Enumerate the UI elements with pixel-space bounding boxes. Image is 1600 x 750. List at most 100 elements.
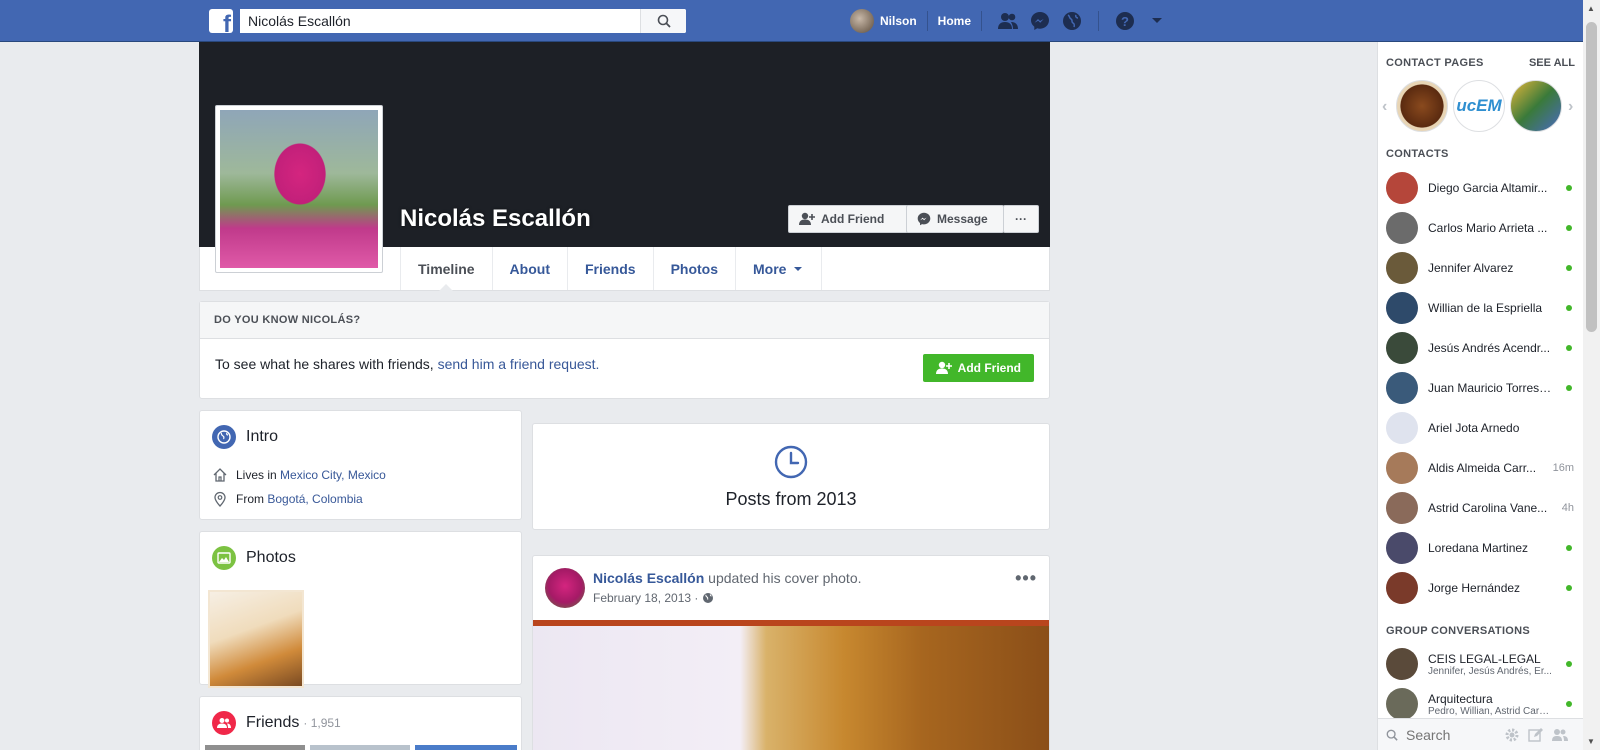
contact-item[interactable]: Ariel Jota Arnedo [1386, 410, 1576, 446]
search-button[interactable] [640, 9, 686, 33]
post-date-link[interactable]: February 18, 2013 · [593, 591, 698, 605]
scroll-up-arrow-icon[interactable]: ▲ [1587, 4, 1595, 13]
lives-in-place-link[interactable]: Mexico City, Mexico [280, 468, 386, 482]
profile-picture-image [220, 110, 378, 268]
online-indicator [1566, 385, 1572, 391]
contact-page-avatar[interactable] [1510, 80, 1562, 132]
tab-more[interactable]: More [735, 247, 823, 290]
tab-timeline[interactable]: Timeline [400, 247, 492, 291]
group-text: CEIS LEGAL-LEGAL Jennifer, Jesús Andrés,… [1428, 652, 1552, 677]
friend-requests-icon[interactable] [996, 9, 1020, 33]
online-indicator [1566, 265, 1572, 271]
nav-home-link[interactable]: Home [938, 14, 971, 28]
contact-page-avatar[interactable] [1396, 80, 1448, 132]
contact-avatar [1386, 292, 1418, 324]
add-friend-button[interactable]: Add Friend [788, 205, 908, 233]
intro-title: Intro [246, 428, 279, 445]
online-indicator [1566, 585, 1572, 591]
post-author-avatar[interactable] [545, 568, 585, 608]
search-input[interactable] [240, 9, 640, 33]
user-avatar[interactable] [850, 9, 874, 33]
page-scrollbar[interactable]: ▲ ▼ [1583, 0, 1600, 750]
location-pin-icon [214, 491, 226, 507]
see-all-link[interactable]: SEE ALL [1529, 57, 1575, 69]
friend-thumbnail[interactable] [415, 745, 517, 750]
online-indicator [1566, 545, 1572, 551]
add-friend-icon [799, 212, 815, 225]
scroll-down-arrow-icon[interactable]: ▼ [1587, 737, 1595, 746]
scrollbar-thumb[interactable] [1586, 22, 1597, 332]
post-options-button[interactable]: ••• [1015, 568, 1037, 589]
friend-thumbnail[interactable] [205, 745, 305, 750]
photo-thumbnail[interactable] [208, 590, 304, 688]
contact-page-avatar[interactable]: ucEM [1453, 80, 1505, 132]
posts-from-label: Posts from 2013 [725, 489, 857, 509]
intro-title-row: Intro [212, 425, 278, 449]
friends-title-link[interactable]: Friends [246, 714, 299, 732]
help-icon[interactable]: ? [1113, 9, 1137, 33]
profile-picture[interactable] [215, 105, 383, 273]
post-cover-photo-image[interactable] [533, 620, 1049, 750]
new-message-icon[interactable] [1528, 727, 1544, 743]
profile-name[interactable]: Nicolás Escallón [400, 205, 591, 233]
post-author-link[interactable]: Nicolás Escallón [593, 570, 704, 586]
more-dots-icon: ··· [1015, 212, 1027, 226]
message-button[interactable]: Message [906, 205, 1004, 233]
create-group-icon[interactable] [1552, 728, 1568, 742]
contact-name: Juan Mauricio Torres ... [1428, 381, 1552, 395]
group-conversation-item[interactable]: CEIS LEGAL-LEGAL Jennifer, Jesús Andrés,… [1386, 646, 1576, 682]
group-name: CEIS LEGAL-LEGAL [1428, 651, 1541, 666]
contact-avatar [1386, 492, 1418, 524]
messenger-icon[interactable] [1028, 9, 1052, 33]
contact-item[interactable]: Astrid Carolina Vane... 4h [1386, 490, 1576, 526]
tab-more-label: More [753, 260, 787, 277]
tab-about[interactable]: About [491, 247, 567, 290]
contact-item[interactable]: Jorge Hernández [1386, 570, 1576, 606]
photos-title-link[interactable]: Photos [246, 549, 296, 567]
caret-down-icon [794, 266, 803, 271]
contact-item[interactable]: Jennifer Alvarez [1386, 250, 1576, 286]
contact-item[interactable]: Aldis Almeida Carr... 16m [1386, 450, 1576, 486]
contact-name: Astrid Carolina Vane... [1428, 501, 1548, 515]
contact-name: Carlos Mario Arrieta ... [1428, 221, 1548, 235]
chevron-right-icon[interactable]: › [1568, 98, 1573, 116]
search-icon [657, 14, 671, 28]
contact-item[interactable]: Carlos Mario Arrieta ... [1386, 210, 1576, 246]
notifications-globe-icon[interactable] [1060, 9, 1084, 33]
search-icon [1386, 729, 1398, 741]
chevron-left-icon[interactable]: ‹ [1382, 98, 1387, 116]
photos-icon [212, 546, 236, 570]
contact-name: Loredana Martinez [1428, 541, 1529, 555]
contact-item[interactable]: Juan Mauricio Torres ... [1386, 370, 1576, 406]
group-members: Pedro, Willian, Astrid Caro... [1428, 705, 1552, 717]
contact-item[interactable]: Diego Garcia Altamir... [1386, 170, 1576, 206]
contact-name: Jennifer Alvarez [1428, 261, 1514, 275]
friends-title-row: Friends · 1,951 [212, 711, 341, 735]
nav-user-name[interactable]: Nilson [880, 14, 917, 28]
chat-search-input[interactable] [1406, 726, 1496, 743]
nav-separator [926, 11, 928, 31]
online-indicator [1566, 185, 1572, 191]
contact-item[interactable]: Jesús Andrés Acendr... [1386, 330, 1576, 366]
friend-thumbnail[interactable] [310, 745, 410, 750]
add-friend-green-button[interactable]: Add Friend [922, 354, 1034, 382]
from-place-link[interactable]: Bogotá, Colombia [267, 492, 362, 506]
profile-more-button[interactable]: ··· [1003, 205, 1039, 233]
group-avatar [1386, 688, 1418, 720]
contact-avatar [1386, 252, 1418, 284]
contact-item[interactable]: Loredana Martinez [1386, 530, 1576, 566]
send-friend-request-link[interactable]: send him a friend request. [438, 356, 600, 372]
post-header: Nicolás Escallón updated his cover photo… [593, 570, 862, 586]
posts-from-card[interactable]: Posts from 2013 [532, 423, 1050, 530]
contact-avatar [1386, 212, 1418, 244]
search-box [240, 9, 686, 33]
group-conversation-item[interactable]: Arquitectura Pedro, Willian, Astrid Caro… [1386, 686, 1576, 722]
account-menu-chevron-down-icon[interactable] [1145, 9, 1169, 33]
contact-item[interactable]: Willian de la Espriella [1386, 290, 1576, 326]
facebook-logo-icon[interactable]: f [209, 9, 233, 33]
tab-friends[interactable]: Friends [566, 247, 653, 290]
do-you-know-box: DO YOU KNOW NICOLÁS? To see what he shar… [199, 301, 1050, 399]
tab-photos[interactable]: Photos [652, 247, 735, 290]
add-friend-icon [935, 361, 952, 374]
gear-icon[interactable] [1504, 727, 1520, 743]
